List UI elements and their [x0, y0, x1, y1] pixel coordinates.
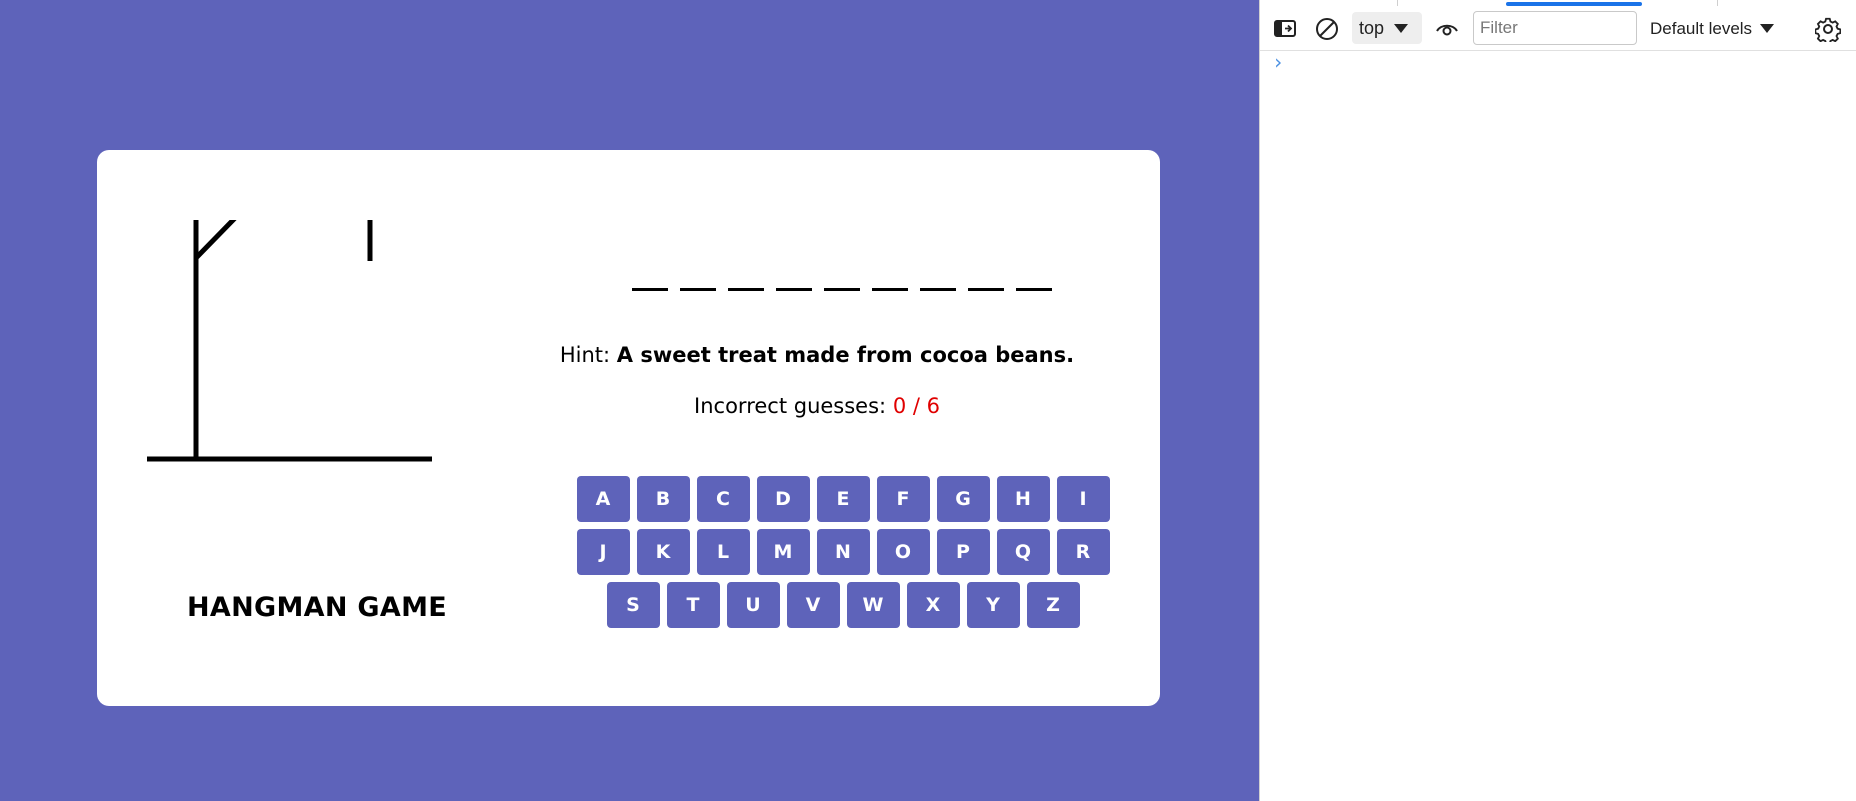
- gallows-brace: [194, 220, 237, 260]
- letter-key-e[interactable]: E: [816, 476, 870, 522]
- gear-icon: [1815, 17, 1841, 42]
- hint-label: Hint:: [559, 343, 611, 367]
- word-display: [632, 275, 1052, 291]
- hint-text: A sweet treat made from cocoa beans.: [616, 343, 1075, 367]
- active-tab-indicator: [1506, 2, 1642, 6]
- live-expression-button[interactable]: [1432, 7, 1462, 50]
- letter-keyboard: ABCDEFGHI JKLMNOPQR STUVWXYZ: [575, 476, 1111, 635]
- letter-slot: [680, 275, 716, 291]
- chevron-down-icon: [1760, 24, 1775, 33]
- letter-key-i[interactable]: I: [1056, 476, 1110, 522]
- letter-slot: [872, 275, 908, 291]
- devtools-tab-strip: [1260, 0, 1856, 6]
- letter-key-o[interactable]: O: [876, 529, 930, 575]
- letter-key-p[interactable]: P: [936, 529, 990, 575]
- keyboard-row: ABCDEFGHI: [575, 476, 1111, 522]
- letter-key-m[interactable]: M: [756, 529, 810, 575]
- keyboard-row: STUVWXYZ: [575, 582, 1111, 628]
- letter-key-t[interactable]: T: [666, 582, 720, 628]
- keyboard-row: JKLMNOPQR: [575, 529, 1111, 575]
- letter-key-c[interactable]: C: [696, 476, 750, 522]
- context-select-value: top: [1359, 17, 1385, 38]
- letter-key-w[interactable]: W: [846, 582, 900, 628]
- letter-key-b[interactable]: B: [636, 476, 690, 522]
- incorrect-guesses: Incorrect guesses: 0 / 6: [557, 394, 1077, 418]
- sidebar-toggle-icon: [1274, 19, 1296, 37]
- chevron-down-icon: [1394, 23, 1409, 33]
- letter-key-f[interactable]: F: [876, 476, 930, 522]
- letter-key-a[interactable]: A: [576, 476, 630, 522]
- tab-separator: [1397, 0, 1398, 6]
- letter-key-h[interactable]: H: [996, 476, 1050, 522]
- hangman-gallows: [147, 220, 432, 462]
- clear-console-button[interactable]: [1312, 7, 1342, 50]
- sidebar-toggle-button[interactable]: [1270, 7, 1300, 50]
- clear-console-icon: [1316, 17, 1338, 40]
- hint: Hint: A sweet treat made from cocoa bean…: [557, 343, 1077, 367]
- letter-key-s[interactable]: S: [606, 582, 660, 628]
- game-card: HANGMAN GAME Hint: A sweet treat made fr…: [97, 150, 1160, 706]
- letter-slot: [968, 275, 1004, 291]
- log-levels-select[interactable]: Default levels: [1650, 7, 1775, 50]
- letter-slot: [824, 275, 860, 291]
- context-select[interactable]: top: [1352, 12, 1422, 44]
- game-viewport: HANGMAN GAME Hint: A sweet treat made fr…: [0, 0, 1259, 801]
- console-settings-button[interactable]: [1813, 7, 1843, 50]
- letter-slot: [920, 275, 956, 291]
- letter-key-g[interactable]: G: [936, 476, 990, 522]
- letter-key-q[interactable]: Q: [996, 529, 1050, 575]
- guesses-count: 0 / 6: [892, 394, 940, 418]
- letter-key-r[interactable]: R: [1056, 529, 1110, 575]
- letter-key-y[interactable]: Y: [966, 582, 1020, 628]
- letter-key-l[interactable]: L: [696, 529, 750, 575]
- letter-key-k[interactable]: K: [636, 529, 690, 575]
- letter-slot: [728, 275, 764, 291]
- guesses-label: Incorrect guesses:: [694, 394, 887, 418]
- letter-slot: [776, 275, 812, 291]
- letter-key-v[interactable]: V: [786, 582, 840, 628]
- letter-slot: [1016, 275, 1052, 291]
- devtools-panel: top Default levels ›: [1259, 0, 1856, 801]
- letter-key-z[interactable]: Z: [1026, 582, 1080, 628]
- filter-input[interactable]: [1473, 11, 1637, 45]
- letter-key-j[interactable]: J: [576, 529, 630, 575]
- letter-key-d[interactable]: D: [756, 476, 810, 522]
- letter-slot: [632, 275, 668, 291]
- eye-icon: [1436, 24, 1458, 35]
- letter-key-n[interactable]: N: [816, 529, 870, 575]
- log-levels-value: Default levels: [1650, 18, 1753, 38]
- game-title: HANGMAN GAME: [187, 592, 447, 623]
- tab-separator: [1717, 0, 1718, 6]
- letter-key-x[interactable]: X: [906, 582, 960, 628]
- letter-key-u[interactable]: U: [726, 582, 780, 628]
- console-prompt[interactable]: ›: [1272, 50, 1284, 74]
- console-toolbar: top Default levels: [1260, 7, 1856, 51]
